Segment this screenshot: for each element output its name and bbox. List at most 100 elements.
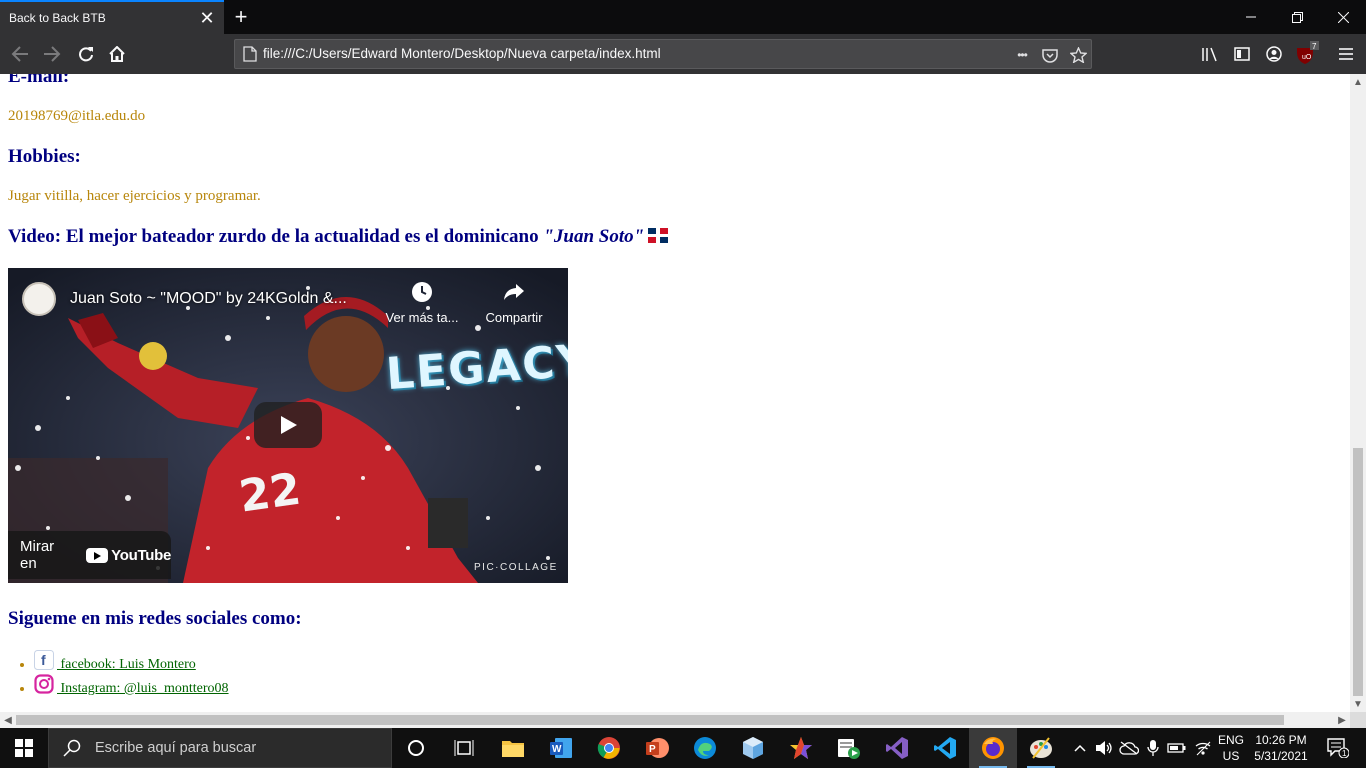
3d-viewer-app[interactable] [729,728,777,768]
account-button[interactable] [1258,38,1290,70]
chevron-up-icon [1074,744,1086,752]
language-indicator[interactable]: ENG US [1216,732,1246,764]
windows-logo-icon [15,739,33,757]
action-center-button[interactable]: 1 [1318,728,1358,768]
tab-close-icon[interactable]: ✕ [190,2,224,34]
start-button[interactable] [0,728,48,768]
forward-button[interactable] [36,38,68,70]
paint-app[interactable] [1017,728,1065,768]
play-button[interactable] [254,402,322,448]
close-icon [1337,11,1349,23]
share-button[interactable]: Compartir [474,280,554,325]
edge-app[interactable] [681,728,729,768]
taskbar-search-box[interactable]: Escribe aquí para buscar [48,728,392,768]
list-item: f facebook: Luis Montero [34,650,229,674]
word-icon: W [550,738,572,758]
reload-button[interactable] [70,38,102,70]
sidebar-button[interactable] [1226,38,1258,70]
account-icon [1266,46,1282,62]
menu-button[interactable] [1330,38,1362,70]
back-button[interactable] [4,38,36,70]
scroll-down-icon[interactable]: ▼ [1350,696,1366,712]
browser-tab[interactable]: Back to Back BTB ✕ [0,0,224,34]
ublock-icon: uO7 [1297,41,1319,64]
video-title[interactable]: Juan Soto ~ "MOOD" by 24KGoldn &... [70,290,347,308]
firefox-app[interactable] [969,728,1017,768]
ublock-extension-button[interactable]: uO 7 [1290,38,1322,70]
word-app[interactable]: W [537,728,585,768]
library-button[interactable] [1194,38,1226,70]
restore-icon [1291,11,1303,23]
pocket-button[interactable] [1039,44,1061,66]
battery-button[interactable] [1166,728,1188,768]
network-button[interactable] [1192,728,1214,768]
watch-later-label: Ver más ta... [385,310,459,325]
channel-avatar[interactable] [22,282,56,316]
url-bar[interactable]: file:///C:/Users/Edward Montero/Desktop/… [234,39,1092,69]
youtube-video-embed[interactable]: 22 LEGACY Juan Soto ~ "MOOD" by 24KGoldn… [8,268,568,583]
microphone-button[interactable] [1144,728,1162,768]
search-icon [63,739,81,757]
edge-icon [694,737,716,759]
battery-icon [1167,743,1186,753]
minimize-icon [1246,16,1256,18]
vertical-scrollbar[interactable]: ▲ ▼ [1350,74,1366,712]
volume-button[interactable] [1094,728,1114,768]
wifi-icon [1195,741,1211,756]
youtube-logo-text: YouTube [111,546,171,564]
cortana-button[interactable] [392,728,440,768]
clock[interactable]: 10:26 PM 5/31/2021 [1250,732,1312,764]
home-button[interactable] [101,38,133,70]
restore-button[interactable] [1274,0,1320,34]
minimize-button[interactable] [1228,0,1274,34]
clock-time: 10:26 PM [1255,733,1307,747]
cloud-sync-button[interactable] [1118,728,1140,768]
microphone-icon [1147,740,1159,756]
library-icon [1202,47,1217,62]
firefox-icon [982,737,1004,759]
youtube-play-icon [86,547,109,563]
scroll-left-icon[interactable]: ◀ [0,712,16,728]
page-actions-button[interactable]: ••• [1011,44,1033,66]
horizontal-scrollbar[interactable]: ◀ ▶ [0,712,1350,728]
video-heading-text: Video: El mejor bateador zurdo de la act… [8,226,544,247]
media-player-icon [838,739,860,759]
close-window-button[interactable] [1320,0,1366,34]
clock-icon [412,282,432,302]
watch-on-youtube-button[interactable]: Mirar en YouTube [8,531,171,579]
svg-text:f: f [41,652,46,668]
colorful-star-icon [790,737,812,759]
powerpoint-app[interactable]: P [633,728,681,768]
facebook-link[interactable]: f facebook: Luis Montero [34,650,196,672]
star-app[interactable] [777,728,825,768]
share-label: Compartir [485,310,543,325]
hamburger-menu-icon [1339,48,1353,60]
new-tab-button[interactable]: + [224,0,258,34]
media-app[interactable] [825,728,873,768]
url-text[interactable]: file:///C:/Users/Edward Montero/Desktop/… [263,46,661,61]
extension-badge: 7 [1312,42,1317,51]
watch-on-label: Mirar en [20,538,55,572]
hobbies-value: Jugar vitilla, hacer ejercicios y progra… [8,188,261,204]
file-explorer-app[interactable] [489,728,537,768]
chrome-app[interactable] [585,728,633,768]
list-item: Instagram: @luis_monttero08 [34,674,229,698]
page-icon [243,46,257,62]
star-icon [1069,47,1087,63]
visual-studio-app[interactable] [873,728,921,768]
jersey-number: 22 [236,464,304,523]
notification-icon: 1 [1327,738,1349,758]
task-view-button[interactable] [440,728,488,768]
cube-icon [743,737,763,759]
horizontal-scroll-thumb[interactable] [16,715,1284,725]
show-hidden-icons-button[interactable] [1070,728,1090,768]
clock-date: 5/31/2021 [1254,749,1308,763]
scroll-up-icon[interactable]: ▲ [1350,74,1366,90]
sidebar-icon [1234,47,1250,61]
scroll-right-icon[interactable]: ▶ [1334,712,1350,728]
watch-later-button[interactable]: Ver más ta... [382,280,462,325]
bookmark-star-button[interactable] [1067,44,1089,66]
vertical-scroll-thumb[interactable] [1353,448,1363,696]
vscode-app[interactable] [921,728,969,768]
instagram-link[interactable]: Instagram: @luis_monttero08 [34,674,229,696]
